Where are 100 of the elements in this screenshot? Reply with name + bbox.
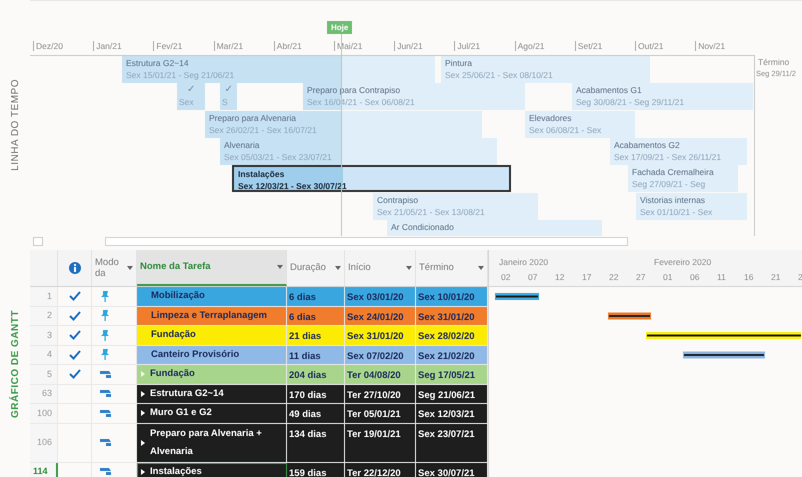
column-header[interactable]: Modo da — [95, 257, 119, 279]
row-number[interactable]: 3 — [30, 326, 58, 346]
task-name: Mobilização — [151, 289, 205, 304]
finish-date-cell: Sex 28/02/20 — [416, 326, 488, 346]
timeline-bar[interactable]: Instalações Sex 12/03/21 - Sex 30/07/21 — [232, 165, 511, 192]
day-label: 11 — [717, 271, 726, 284]
timeline-bar[interactable]: Fachada Cremalheira Seg 27/09/21 - Seg — [628, 165, 738, 192]
finish-date-cell: Seg 21/06/21 — [416, 384, 488, 404]
row-number[interactable]: 106 — [30, 424, 58, 462]
task-name: Limpeza e Terraplanagem — [151, 308, 267, 323]
gantt-bar[interactable] — [646, 332, 801, 339]
timeline-bar[interactable]: Acabamentos G1 Seg 30/08/21 - Seg 29/11/21 — [572, 83, 753, 110]
gantt-bar[interactable] — [495, 293, 539, 300]
row-number[interactable]: 4 — [30, 346, 58, 365]
bar-title: Vistorias internas — [640, 194, 706, 206]
duration-cell: 49 dias — [287, 404, 345, 424]
auto-schedule-icon — [100, 389, 112, 398]
month-label: Fevereiro 2020 — [654, 256, 712, 269]
task-name: Muro G1 e G2 — [150, 406, 212, 420]
gantt-bar[interactable] — [608, 312, 651, 320]
column-header[interactable]: Término — [419, 260, 454, 276]
gantt-bar[interactable] — [683, 352, 765, 358]
bar-title: Elevadores — [529, 112, 573, 124]
timeline-bar[interactable]: ✓ Sex — [177, 83, 205, 110]
start-date-cell: Sex 03/01/20 — [345, 287, 416, 306]
row-number[interactable]: 100 — [30, 404, 58, 424]
start-date-cell: Ter 22/12/20 — [345, 462, 416, 477]
start-date-cell: Sex 07/02/20 — [345, 346, 416, 365]
column-header[interactable]: Duração — [290, 260, 326, 276]
bar-title: Ar Condicionado — [391, 220, 455, 233]
check-icon — [68, 350, 80, 360]
timeline-bar[interactable]: Alvenaria Sex 05/03/21 - Sex 23/07/21 — [220, 138, 497, 165]
row-number[interactable]: 5 — [30, 365, 58, 384]
day-label: 17 — [582, 271, 592, 284]
month-label: Set/21 — [574, 41, 602, 51]
column-header[interactable]: Início — [348, 260, 371, 276]
row-number[interactable]: 63 — [30, 384, 58, 404]
timeline-bar[interactable]: Pintura Sex 25/06/21 - Sex 08/10/21 — [441, 56, 650, 83]
bar-dates: Sex 21/05/21 - Sex 13/08/21 — [377, 206, 486, 218]
day-label: 01 — [663, 271, 672, 284]
bar-title: Pintura — [445, 57, 473, 69]
check-icon — [68, 291, 80, 302]
duration-cell: 11 dias — [287, 346, 345, 365]
finish-date-cell: Sex 30/07/21 — [416, 462, 488, 477]
timeline-bar[interactable]: Estrutura G2~14 Sex 15/01/21 - Seg 21/06/21 — [122, 56, 435, 83]
timeline-bar[interactable]: Preparo para Alvenaria Sex 26/02/21 - Sex 16/07/21 — [205, 110, 482, 138]
filter-arrow-icon[interactable] — [406, 266, 412, 270]
month-label: Mar/21 — [214, 41, 244, 51]
month-label: Jul/21 — [454, 41, 480, 51]
bar-dates: Sex 05/03/21 - Sex 23/07/21 — [224, 150, 333, 163]
filter-arrow-icon[interactable] — [277, 265, 283, 269]
row-number[interactable]: 114 — [30, 462, 58, 477]
day-label: 16 — [744, 271, 754, 284]
duration-cell: 204 dias — [287, 365, 345, 384]
pin-icon — [100, 310, 110, 322]
pin-icon — [100, 330, 110, 341]
timeline-bar[interactable]: Ar Condicionado — [387, 220, 602, 236]
finish-date-cell: Sex 12/03/21 — [416, 404, 488, 424]
day-label: 27 — [636, 271, 646, 284]
month-label: Out/21 — [635, 41, 664, 51]
row-number[interactable]: 2 — [30, 306, 58, 326]
bar-title: Contrapiso — [377, 194, 420, 206]
bar-dates: Sex — [179, 96, 195, 108]
today-badge: Hoje — [327, 21, 352, 34]
pin-icon — [100, 349, 110, 360]
timeline-bar[interactable]: ✓ S — [220, 83, 237, 110]
scrollbar-thumb[interactable] — [105, 237, 628, 246]
bar-dates: Sex 26/02/21 - Sex 16/07/21 — [209, 124, 318, 136]
timeline-bar[interactable]: Acabamentos G2 Sex 17/09/21 - Sex 26/11/21 — [610, 138, 747, 165]
timeline-bar[interactable]: Vistorias internas Sex 01/10/21 - Sex — [636, 192, 747, 220]
timeline-bar[interactable]: Contrapiso Sex 21/05/21 - Sex 13/08/21 — [373, 192, 538, 220]
check-icon — [68, 330, 80, 340]
month-label: Dez/20 — [33, 41, 63, 51]
day-label: 21 — [771, 271, 780, 284]
gantt-label: GRÁFICO DE GANTT — [8, 310, 22, 418]
filter-arrow-icon[interactable] — [335, 266, 341, 270]
info-icon — [68, 262, 80, 274]
start-date-cell: Sex 24/01/20 — [345, 306, 416, 326]
month-label: Fev/21 — [153, 41, 182, 51]
bar-dates: S — [222, 96, 229, 108]
task-name: Fundação — [150, 367, 195, 382]
column-header[interactable]: Nome da Tarefa — [140, 260, 211, 274]
check-icon — [68, 369, 80, 380]
start-date-cell: Ter 19/01/21 — [345, 424, 416, 462]
bar-dates: Sex 06/08/21 - Sex — [529, 124, 602, 136]
day-label: 06 — [690, 271, 700, 284]
month-label: Abr/21 — [274, 41, 302, 51]
filter-arrow-icon[interactable] — [127, 266, 133, 270]
day-label: 07 — [528, 271, 538, 284]
task-name: Canteiro Provisório — [151, 348, 240, 362]
bar-title: Preparo para Alvenaria — [209, 112, 297, 124]
bar-title: Alvenaria — [224, 138, 260, 151]
row-number[interactable]: 1 — [30, 287, 58, 306]
month-label: Nov/21 — [695, 41, 726, 51]
task-name: Instalações — [150, 464, 202, 477]
check-icon — [68, 310, 80, 321]
timeline-bar[interactable]: Elevadores Sex 06/08/21 - Sex — [525, 110, 635, 138]
day-label: 22 — [609, 271, 618, 284]
bar-dates: Sex 25/06/21 - Sex 08/10/21 — [445, 69, 554, 81]
filter-arrow-icon[interactable] — [478, 266, 484, 270]
